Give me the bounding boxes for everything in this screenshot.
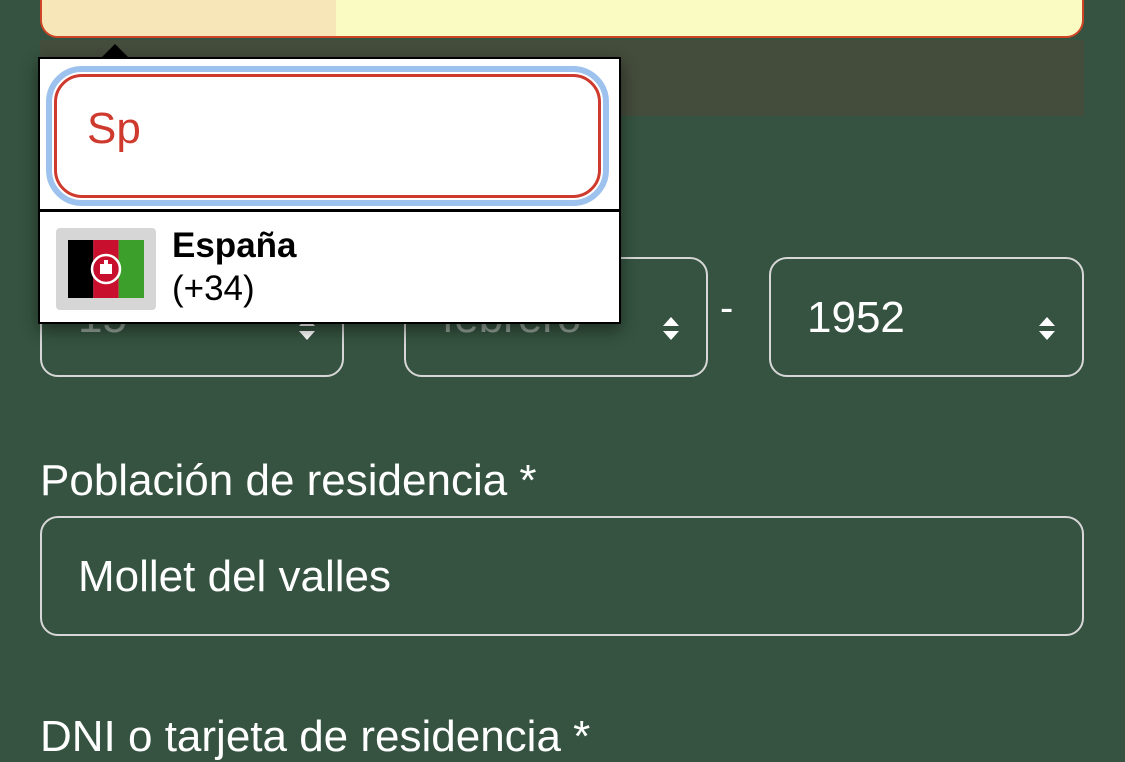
dropdown-caret-icon <box>101 44 129 58</box>
date-separator: - <box>720 286 734 330</box>
country-option[interactable]: España (+34) <box>40 212 619 322</box>
select-arrows-icon <box>662 317 680 343</box>
residence-value: Mollet del valles <box>78 552 392 601</box>
country-code-selector[interactable] <box>42 0 336 36</box>
country-option-name: España <box>172 226 297 265</box>
country-search-box[interactable] <box>54 74 601 198</box>
select-arrows-icon <box>1038 317 1056 343</box>
afghanistan-flag-icon <box>56 228 156 310</box>
country-option-code: (+34) <box>172 269 255 308</box>
residence-label: Población de residencia * <box>40 456 537 505</box>
country-search-input[interactable] <box>87 99 547 159</box>
birth-year-value: 1952 <box>807 293 905 342</box>
country-search-focus-ring <box>46 66 609 206</box>
country-dropdown: España (+34) <box>38 57 621 324</box>
phone-number-field[interactable] <box>40 0 1084 38</box>
birth-year-select[interactable]: 1952 <box>769 257 1084 377</box>
residence-input[interactable]: Mollet del valles <box>40 516 1084 636</box>
dni-label: DNI o tarjeta de residencia * <box>40 712 591 761</box>
